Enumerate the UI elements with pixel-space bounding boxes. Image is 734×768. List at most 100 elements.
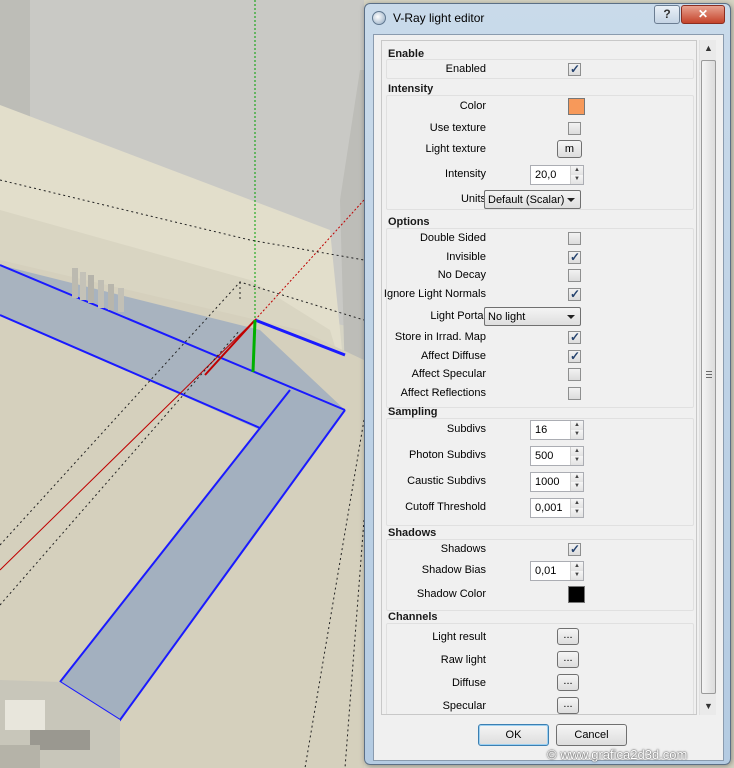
spin-down-icon[interactable]: ▼ (571, 456, 583, 465)
light-portal-select[interactable]: No light (484, 307, 581, 326)
light-texture-button[interactable]: m (557, 140, 582, 158)
color-swatch[interactable] (568, 98, 585, 115)
use-texture-checkbox[interactable] (568, 122, 581, 135)
spin-up-icon[interactable]: ▲ (571, 473, 583, 482)
photon-subdivs-value[interactable]: 500 (535, 450, 553, 462)
vertical-scrollbar[interactable]: ▲ ▼ (699, 40, 716, 715)
caustic-subdivs-spinner[interactable]: 1000 ▲ ▼ (530, 472, 584, 492)
dialog-client-area: Enable Enabled Intensity Color (373, 34, 724, 761)
subdivs-spinner[interactable]: 16 ▲ ▼ (530, 420, 584, 440)
spin-down-icon[interactable]: ▼ (571, 571, 583, 580)
group-title-intensity: Intensity (388, 83, 434, 95)
scroll-up-icon[interactable]: ▲ (700, 40, 717, 57)
group-title-shadows: Shadows (388, 527, 437, 539)
row-shadow-color: Shadow Color (382, 585, 696, 605)
properties-panel: Enable Enabled Intensity Color (381, 40, 697, 715)
row-affect-reflections: Affect Reflections (382, 384, 696, 404)
channel-label: Raw light (440, 654, 486, 666)
row-channel-raw-light: Raw light ... (382, 651, 696, 671)
units-value: Default (Scalar) (488, 194, 565, 206)
affect-reflections-label: Affect Reflections (400, 387, 486, 399)
subdivs-value[interactable]: 16 (535, 424, 547, 436)
cancel-button[interactable]: Cancel (556, 724, 627, 746)
scroll-down-icon[interactable]: ▼ (700, 698, 717, 715)
units-select[interactable]: Default (Scalar) (484, 190, 581, 209)
photon-subdivs-spinner-arrows[interactable]: ▲ ▼ (570, 447, 583, 465)
chevron-down-icon (567, 315, 575, 319)
ignore-light-normals-checkbox[interactable] (568, 287, 581, 301)
affect-diffuse-label: Affect Diffuse (420, 350, 486, 362)
intensity-label: Intensity (445, 168, 486, 180)
caustic-subdivs-label: Caustic Subdivs (407, 475, 486, 487)
spin-up-icon[interactable]: ▲ (571, 166, 583, 175)
caustic-subdivs-value[interactable]: 1000 (535, 476, 559, 488)
shadows-checkbox[interactable] (568, 542, 581, 556)
no-decay-checkbox[interactable] (568, 269, 581, 282)
row-photon-subdivs: Photon Subdivs 500 ▲ ▼ (382, 446, 696, 466)
spin-up-icon[interactable]: ▲ (571, 562, 583, 571)
store-irrad-checkbox[interactable] (568, 330, 581, 344)
spin-up-icon[interactable]: ▲ (571, 447, 583, 456)
cutoff-threshold-spinner-arrows[interactable]: ▲ ▼ (570, 499, 583, 517)
ok-button[interactable]: OK (478, 724, 549, 746)
light-texture-label: Light texture (425, 143, 486, 155)
enabled-label: Enabled (445, 63, 486, 75)
invisible-checkbox[interactable] (568, 250, 581, 264)
cutoff-threshold-value[interactable]: 0,001 (535, 502, 563, 514)
close-button[interactable]: ✕ (681, 5, 725, 24)
use-texture-label: Use texture (429, 122, 486, 134)
spin-down-icon[interactable]: ▼ (571, 482, 583, 491)
row-affect-diffuse: Affect Diffuse (382, 347, 696, 367)
spin-up-icon[interactable]: ▲ (571, 421, 583, 430)
shadow-color-swatch[interactable] (568, 586, 585, 603)
double-sided-checkbox[interactable] (568, 232, 581, 245)
spin-down-icon[interactable]: ▼ (571, 430, 583, 439)
help-button[interactable]: ? (654, 5, 680, 24)
channel-label: Diffuse (451, 677, 486, 689)
affect-specular-checkbox[interactable] (568, 368, 581, 381)
row-ignore-light-normals: Ignore Light Normals (382, 285, 696, 305)
row-invisible: Invisible (382, 248, 696, 268)
row-enabled: Enabled (382, 60, 696, 80)
spin-down-icon[interactable]: ▼ (571, 175, 583, 184)
caustic-subdivs-spinner-arrows[interactable]: ▲ ▼ (570, 473, 583, 491)
affect-reflections-checkbox[interactable] (568, 387, 581, 400)
spin-up-icon[interactable]: ▲ (571, 499, 583, 508)
channel-label: Specular (442, 700, 486, 712)
channel-raw-light-button[interactable]: ... (557, 651, 579, 668)
shadow-bias-label: Shadow Bias (421, 564, 486, 576)
row-light-portal: Light Portal No light (382, 307, 696, 327)
channel-diffuse-button[interactable]: ... (557, 674, 579, 691)
light-portal-value: No light (488, 311, 526, 323)
photon-subdivs-spinner[interactable]: 500 ▲ ▼ (530, 446, 584, 466)
group-title-channels: Channels (388, 611, 438, 623)
shadow-bias-spinner[interactable]: 0,01 ▲ ▼ (530, 561, 584, 581)
row-store-irrad: Store in Irrad. Map (382, 328, 696, 348)
affect-diffuse-checkbox[interactable] (568, 349, 581, 363)
watermark-text: © www.grafica2d3d.com (547, 747, 688, 762)
vray-light-editor-window: V-Ray light editor ? ✕ Enable Enabled In… (364, 3, 731, 765)
shadow-bias-value[interactable]: 0,01 (535, 565, 556, 577)
cutoff-threshold-label: Cutoff Threshold (405, 501, 486, 513)
subdivs-spinner-arrows[interactable]: ▲ ▼ (570, 421, 583, 439)
spin-down-icon[interactable]: ▼ (571, 508, 583, 517)
light-portal-label: Light Portal (430, 310, 486, 322)
intensity-spinner-arrows[interactable]: ▲ ▼ (570, 166, 583, 184)
window-title: V-Ray light editor (393, 11, 485, 25)
store-irrad-label: Store in Irrad. Map (394, 331, 486, 343)
row-double-sided: Double Sided (382, 229, 696, 249)
intensity-spinner[interactable]: 20,0 ▲ ▼ (530, 165, 584, 185)
row-shadows: Shadows (382, 540, 696, 560)
intensity-value[interactable]: 20,0 (535, 169, 556, 181)
channel-specular-button[interactable]: ... (557, 697, 579, 714)
cutoff-threshold-spinner[interactable]: 0,001 ▲ ▼ (530, 498, 584, 518)
row-cutoff-threshold: Cutoff Threshold 0,001 ▲ ▼ (382, 498, 696, 518)
enabled-checkbox[interactable] (568, 62, 581, 76)
channel-light-result-button[interactable]: ... (557, 628, 579, 645)
title-bar[interactable]: V-Ray light editor ? ✕ (365, 4, 730, 32)
shadow-bias-spinner-arrows[interactable]: ▲ ▼ (570, 562, 583, 580)
no-decay-label: No Decay (437, 269, 486, 281)
scrollbar-thumb[interactable] (701, 60, 716, 694)
left-wall (0, 0, 30, 120)
shadow-color-label: Shadow Color (416, 588, 486, 600)
